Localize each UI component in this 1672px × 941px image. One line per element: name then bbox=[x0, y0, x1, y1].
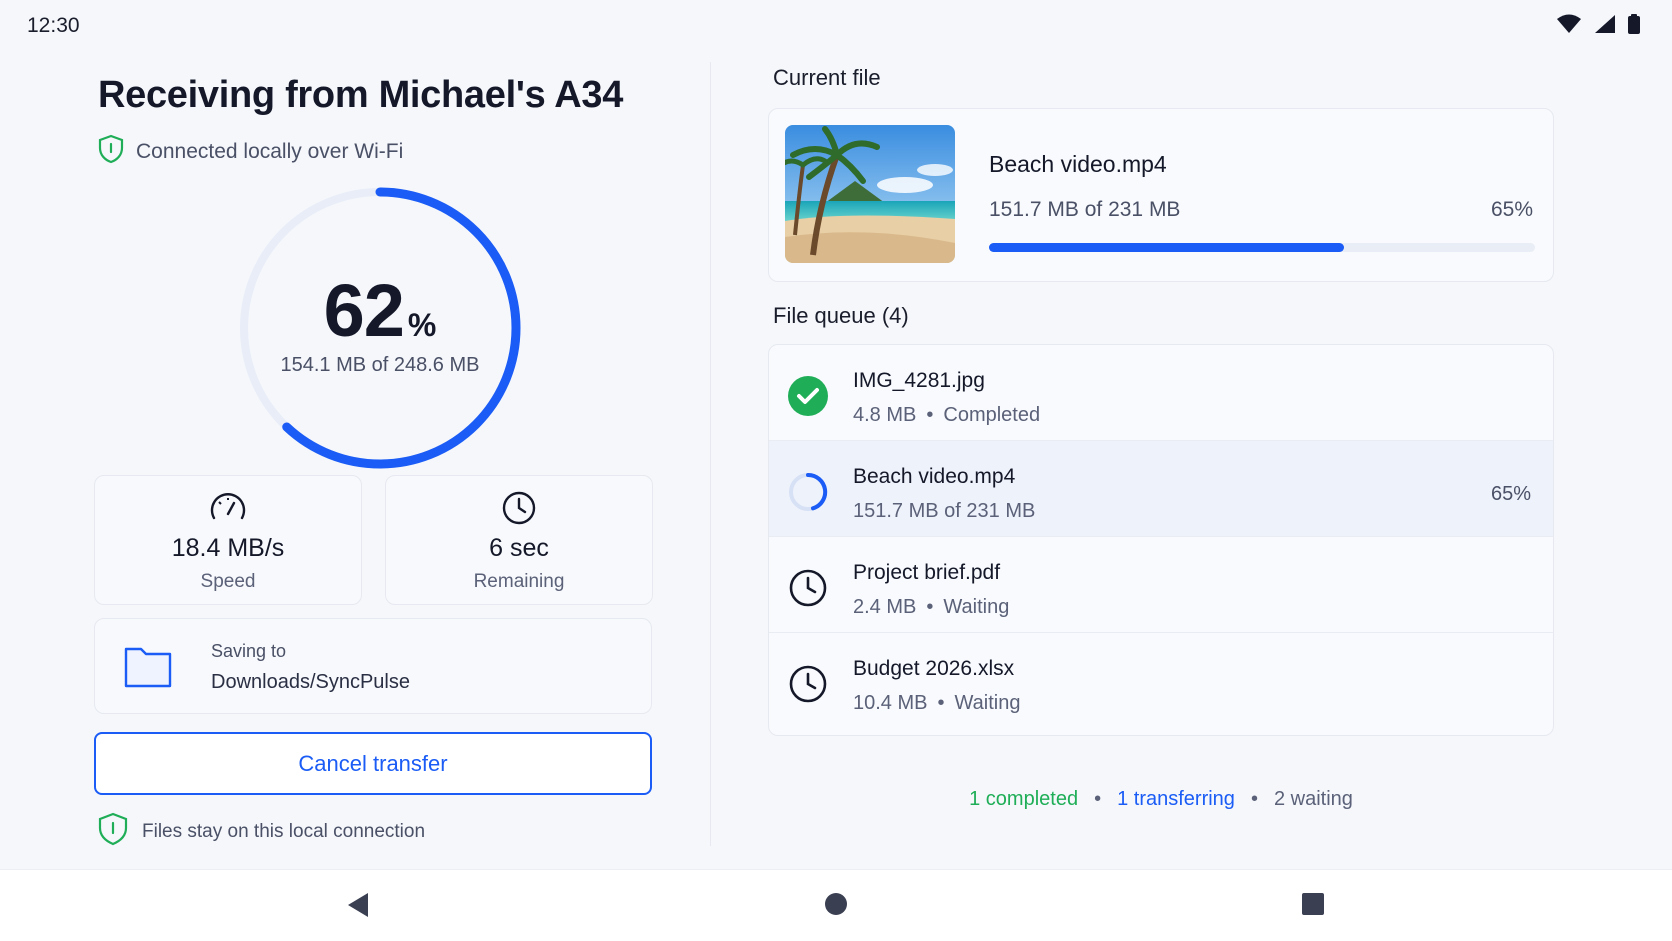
system-nav-bar bbox=[0, 869, 1672, 941]
queue-item-status: Waiting bbox=[943, 596, 1010, 618]
back-button[interactable] bbox=[346, 892, 370, 923]
current-file-name: Beach video.mp4 bbox=[989, 151, 1167, 177]
overall-percent-symbol: % bbox=[407, 307, 437, 343]
separator-dot: • bbox=[937, 692, 945, 714]
beach-thumbnail bbox=[785, 125, 955, 263]
queue-item-budget-2026[interactable]: Budget 2026.xlsx 10.4 MB • Waiting bbox=[769, 633, 1553, 729]
overall-percent-value: 62 bbox=[323, 269, 405, 352]
queue-item-name: Project brief.pdf bbox=[853, 561, 1001, 584]
summary-waiting: 2 waiting bbox=[1273, 788, 1353, 810]
connection-text: Connected locally over Wi-Fi bbox=[136, 140, 404, 163]
speedometer-icon bbox=[208, 488, 248, 528]
summary-transferring: 1 transferring bbox=[1117, 788, 1235, 810]
current-file-label: Current file bbox=[773, 65, 881, 90]
column-divider bbox=[710, 62, 711, 846]
queue-item-size: 10.4 MB bbox=[853, 692, 928, 714]
current-file-card[interactable]: Beach video.mp4 151.7 MB of 231 MB 65% bbox=[768, 108, 1554, 282]
current-file-size: 151.7 MB of 231 MB bbox=[989, 198, 1181, 221]
clock-icon bbox=[499, 488, 539, 528]
separator-dot: • bbox=[926, 596, 934, 618]
cancel-transfer-button[interactable]: Cancel transfer bbox=[94, 732, 652, 795]
remaining-value: 6 sec bbox=[489, 534, 549, 562]
queue-item-name: Beach video.mp4 bbox=[853, 465, 1016, 488]
speed-value: 18.4 MB/s bbox=[171, 534, 285, 562]
save-location-label: Saving to bbox=[211, 641, 287, 661]
queue-item-meta: 10.4 MB • Waiting bbox=[853, 692, 1020, 715]
overall-percent: 62% bbox=[230, 268, 530, 353]
shield-icon bbox=[98, 134, 124, 170]
queue-item-size: 2.4 MB bbox=[853, 596, 917, 618]
system-icons bbox=[1556, 14, 1640, 39]
queue-item-img-4281[interactable]: IMG_4281.jpg 4.8 MB • Completed bbox=[769, 345, 1553, 441]
current-file-percent: 65% bbox=[1490, 198, 1533, 221]
current-file-progress-bar bbox=[989, 243, 1535, 252]
file-queue-label: File queue (4) bbox=[773, 303, 909, 328]
queue-item-size: 151.7 MB of 231 MB bbox=[853, 500, 1036, 522]
separator-dot: • bbox=[926, 404, 934, 426]
connection-status: Connected locally over Wi-Fi bbox=[98, 134, 403, 170]
save-location-card[interactable]: Saving to Downloads/SyncPulse bbox=[94, 618, 652, 714]
separator-dot: • bbox=[1094, 788, 1102, 810]
status-time: 12:30 bbox=[27, 14, 80, 37]
queue-item-meta: 2.4 MB • Waiting bbox=[853, 596, 1009, 619]
folder-icon bbox=[123, 643, 173, 694]
queue-item-name: IMG_4281.jpg bbox=[853, 369, 985, 392]
queue-item-meta: 4.8 MB • Completed bbox=[853, 404, 1040, 427]
spinner-icon bbox=[787, 471, 829, 513]
check-circle-icon bbox=[787, 375, 829, 417]
clock-icon bbox=[787, 567, 829, 609]
clock-icon bbox=[787, 663, 829, 705]
current-file-progress-fill bbox=[989, 243, 1344, 252]
signal-icon bbox=[1594, 14, 1616, 39]
footer-note-text: Files stay on this local connection bbox=[142, 821, 426, 842]
shield-icon bbox=[98, 812, 128, 852]
status-bar: 12:30 bbox=[0, 0, 1672, 52]
save-location-path: Downloads/SyncPulse bbox=[211, 671, 410, 693]
queue-item-project-brief[interactable]: Project brief.pdf 2.4 MB • Waiting bbox=[769, 537, 1553, 633]
queue-item-status: Waiting bbox=[954, 692, 1021, 714]
overall-size: 154.1 MB of 248.6 MB bbox=[280, 354, 480, 376]
queue-item-status: Completed bbox=[943, 404, 1041, 426]
page-title: Receiving from Michael's A34 bbox=[98, 74, 624, 116]
wifi-icon bbox=[1556, 14, 1582, 39]
queue-item-beach-video[interactable]: Beach video.mp4 151.7 MB of 231 MB 65% bbox=[769, 441, 1553, 537]
remaining-card: 6 sec Remaining bbox=[385, 475, 653, 605]
home-button[interactable] bbox=[824, 892, 848, 921]
recents-button[interactable] bbox=[1301, 892, 1325, 921]
queue-item-size: 4.8 MB bbox=[853, 404, 917, 426]
speed-card: 18.4 MB/s Speed bbox=[94, 475, 362, 605]
transfer-summary: 1 completed • 1 transferring • 2 waiting bbox=[768, 788, 1554, 811]
remaining-label: Remaining bbox=[473, 571, 565, 592]
summary-completed: 1 completed bbox=[969, 788, 1079, 810]
footer-note: Files stay on this local connection bbox=[98, 812, 425, 852]
queue-item-percent: 65% bbox=[1490, 483, 1531, 505]
queue-item-name: Budget 2026.xlsx bbox=[853, 657, 1015, 680]
battery-icon bbox=[1628, 14, 1640, 39]
file-queue-list: IMG_4281.jpg 4.8 MB • Completed Beach vide… bbox=[768, 344, 1554, 736]
separator-dot: • bbox=[1250, 788, 1258, 810]
speed-label: Speed bbox=[200, 571, 256, 592]
